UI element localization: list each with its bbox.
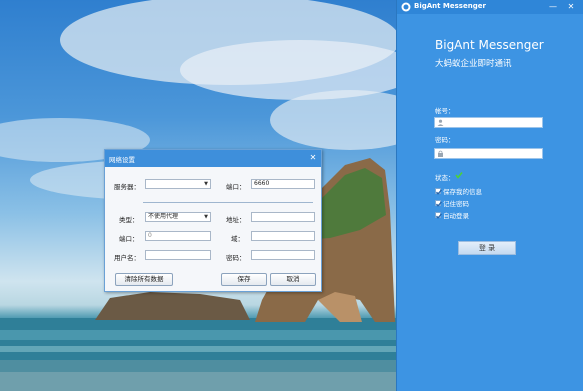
brand-title: BigAnt Messenger [435,38,544,52]
proxy-port-field[interactable]: 0 [145,231,211,241]
chevron-down-icon: ▼ [204,181,208,187]
lock-icon [438,150,443,157]
messenger-titlebar[interactable]: BigAnt Messenger — ✕ [397,0,583,14]
proxy-type-dropdown[interactable]: 不使用代理 ▼ [145,212,211,222]
save-button[interactable]: 保存 [221,273,267,286]
network-settings-dialog: 网络设置 ✕ 服务器： ▼ 端口： 6660 类型： 不使用代理 ▼ 地址： 端… [104,149,322,292]
close-icon[interactable]: ✕ [565,0,577,13]
section-divider [143,202,313,203]
bigant-messenger-window: BigAnt Messenger — ✕ BigAnt Messenger 大蚂… [396,0,583,391]
dialog-title: 网络设置 [109,156,135,164]
checkmark-icon [436,189,442,195]
proxy-port-label: 端口： [119,235,139,243]
port-label: 端口： [226,183,246,191]
proxy-password-field[interactable] [251,250,315,260]
remember-password-label: 记住密码 [443,199,469,208]
minimize-icon[interactable]: — [547,0,559,13]
username-field[interactable] [145,250,211,260]
dialog-titlebar[interactable]: 网络设置 ✕ [105,150,321,167]
login-button[interactable]: 登 录 [458,241,516,255]
domain-field[interactable] [251,231,315,241]
brand-subtitle: 大蚂蚁企业即时通讯 [435,59,512,69]
save-info-label: 保存我的信息 [443,187,482,196]
cancel-button[interactable]: 取消 [270,273,316,286]
checkmark-icon [436,201,442,207]
username-label: 用户名： [114,254,140,262]
proxy-password-label: 密码： [226,254,246,262]
bigant-logo-icon [401,2,411,12]
address-field[interactable] [251,212,315,222]
auto-login-checkbox-row[interactable]: 自动登录 [435,210,469,220]
proxy-type-label: 类型： [119,216,139,224]
status-label: 状态： [435,174,455,182]
save-info-checkbox-row[interactable]: 保存我的信息 [435,186,482,196]
remember-password-checkbox[interactable] [435,199,442,207]
account-field[interactable] [434,117,543,128]
auto-login-label: 自动登录 [443,211,469,220]
port-field[interactable]: 6660 [251,179,315,189]
server-label: 服务器： [114,183,140,191]
server-dropdown[interactable]: ▼ [145,179,211,189]
domain-label: 域： [231,235,244,243]
remember-password-checkbox-row[interactable]: 记住密码 [435,198,469,208]
proxy-type-value: 不使用代理 [148,213,179,220]
chevron-down-icon: ▼ [204,214,208,220]
save-info-checkbox[interactable] [435,187,442,195]
auto-login-checkbox[interactable] [435,211,442,219]
address-label: 地址： [226,216,246,224]
online-status-check-icon[interactable] [455,171,463,179]
user-icon [437,119,444,126]
password-label: 密码： [435,136,455,144]
close-icon[interactable]: ✕ [308,153,318,163]
checkmark-icon [436,213,442,219]
account-label: 帐号： [435,107,455,115]
clear-all-data-button[interactable]: 清除所有数据 [115,273,173,286]
password-field[interactable] [434,148,543,159]
messenger-window-title: BigAnt Messenger [414,2,486,10]
